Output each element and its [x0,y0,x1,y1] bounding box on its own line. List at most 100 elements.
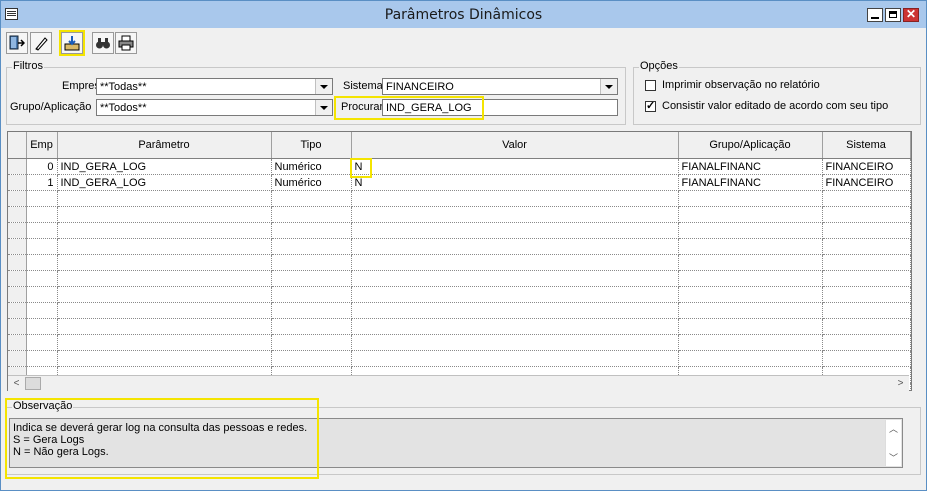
table-row-empty[interactable] [8,286,911,303]
empty-cell[interactable] [822,238,911,255]
empty-cell[interactable] [822,270,911,287]
row-indicator[interactable] [8,222,27,239]
table-row-empty[interactable] [8,206,911,223]
col-header-parametro[interactable]: Parâmetro [57,132,272,159]
empty-cell[interactable] [351,334,679,351]
empty-cell[interactable] [822,334,911,351]
row-indicator[interactable] [8,238,27,255]
empty-cell[interactable] [822,286,911,303]
table-row[interactable]: 1 IND_GERA_LOG Numérico N FIANALFINANC F… [8,174,911,191]
sistema-select[interactable]: FINANCEIRO [382,78,618,95]
row-indicator[interactable] [8,190,27,207]
table-row-empty[interactable] [8,318,911,335]
chevron-down-icon[interactable] [315,79,332,94]
empty-cell[interactable] [271,254,352,271]
col-header-grupo[interactable]: Grupo/Aplicação [678,132,823,159]
import-button[interactable] [59,30,85,56]
empty-cell[interactable] [26,238,58,255]
empty-cell[interactable] [26,350,58,367]
empty-cell[interactable] [26,318,58,335]
empty-cell[interactable] [57,286,272,303]
empty-cell[interactable] [351,254,679,271]
cell-valor[interactable]: N [351,158,679,175]
empty-cell[interactable] [271,334,352,351]
empty-cell[interactable] [26,254,58,271]
empty-cell[interactable] [822,318,911,335]
validate-type-label[interactable]: Consistir valor editado de acordo com se… [662,100,888,112]
empty-cell[interactable] [271,350,352,367]
table-row-empty[interactable] [8,222,911,239]
empty-cell[interactable] [351,222,679,239]
empty-cell[interactable] [271,286,352,303]
cell-grupo[interactable]: FIANALFINANC [678,174,823,191]
empty-cell[interactable] [351,190,679,207]
empty-cell[interactable] [271,190,352,207]
minimize-button[interactable] [867,8,883,22]
scroll-up-icon[interactable]: ︿ [886,422,901,435]
col-header-sistema[interactable]: Sistema [822,132,911,159]
empty-cell[interactable] [26,286,58,303]
cell-parametro[interactable]: IND_GERA_LOG [57,158,272,175]
empty-cell[interactable] [351,350,679,367]
empty-cell[interactable] [822,350,911,367]
cell-sistema[interactable]: FINANCEIRO [822,158,911,175]
scroll-right-icon[interactable]: > [893,376,908,391]
empty-cell[interactable] [678,254,823,271]
empty-cell[interactable] [26,206,58,223]
table-row-empty[interactable] [8,350,911,367]
table-row-empty[interactable] [8,254,911,271]
row-indicator[interactable] [8,318,27,335]
clear-button[interactable] [30,32,52,54]
empty-cell[interactable] [271,318,352,335]
table-row[interactable]: 0 IND_GERA_LOG Numérico N FIANALFINANC F… [8,158,911,175]
parameters-grid[interactable]: Emp Parâmetro Tipo Valor Grupo/Aplicação… [7,131,912,391]
empty-cell[interactable] [678,206,823,223]
empty-cell[interactable] [678,334,823,351]
print-button[interactable] [115,32,137,54]
grupo-select[interactable]: **Todos** [96,99,333,116]
empty-cell[interactable] [57,254,272,271]
row-indicator[interactable] [8,350,27,367]
col-header-valor[interactable]: Valor [351,132,679,159]
chevron-down-icon[interactable] [315,100,332,115]
empty-cell[interactable] [26,302,58,319]
cell-emp[interactable]: 1 [26,174,58,191]
empty-cell[interactable] [822,254,911,271]
empresa-select[interactable]: **Todas** [96,78,333,95]
table-row-empty[interactable] [8,334,911,351]
empty-cell[interactable] [57,350,272,367]
empty-cell[interactable] [678,270,823,287]
empty-cell[interactable] [351,302,679,319]
cell-tipo[interactable]: Numérico [271,158,352,175]
col-header-emp[interactable]: Emp [26,132,58,159]
find-button[interactable] [92,32,114,54]
empty-cell[interactable] [678,302,823,319]
empty-cell[interactable] [271,238,352,255]
validate-type-checkbox[interactable] [645,99,656,112]
empty-cell[interactable] [678,286,823,303]
empty-cell[interactable] [26,334,58,351]
empty-cell[interactable] [822,190,911,207]
empty-cell[interactable] [351,238,679,255]
empty-cell[interactable] [822,222,911,239]
empty-cell[interactable] [57,334,272,351]
table-row-empty[interactable] [8,302,911,319]
row-indicator[interactable] [8,302,27,319]
horizontal-scrollbar[interactable]: < > [8,375,909,391]
empty-cell[interactable] [57,302,272,319]
empty-cell[interactable] [678,222,823,239]
table-row-empty[interactable] [8,190,911,207]
cell-valor[interactable]: N [351,174,679,191]
maximize-button[interactable] [885,8,901,22]
table-row-empty[interactable] [8,270,911,287]
empty-cell[interactable] [351,270,679,287]
empty-cell[interactable] [351,206,679,223]
empty-cell[interactable] [26,222,58,239]
empty-cell[interactable] [57,270,272,287]
row-indicator[interactable] [8,286,27,303]
observation-scrollbar[interactable]: ︿ ﹀ [885,420,901,466]
empty-cell[interactable] [351,286,679,303]
cell-emp[interactable]: 0 [26,158,58,175]
col-header-tipo[interactable]: Tipo [271,132,352,159]
cell-tipo[interactable]: Numérico [271,174,352,191]
